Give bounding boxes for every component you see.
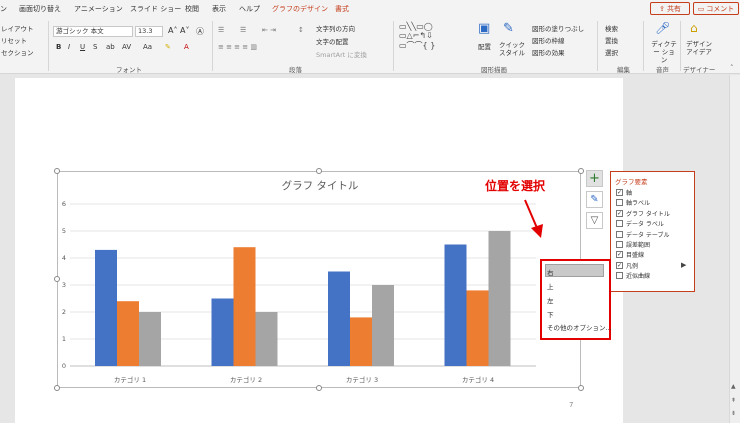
position-bottom-option[interactable]: 下 [547, 309, 554, 319]
position-right-option[interactable]: 右 [547, 267, 554, 277]
position-top-option[interactable]: 上 [547, 281, 554, 291]
position-more-options[interactable]: その他のオプション... [547, 322, 612, 332]
annotation-arrow [524, 199, 543, 238]
position-left-option[interactable]: 左 [547, 295, 554, 305]
